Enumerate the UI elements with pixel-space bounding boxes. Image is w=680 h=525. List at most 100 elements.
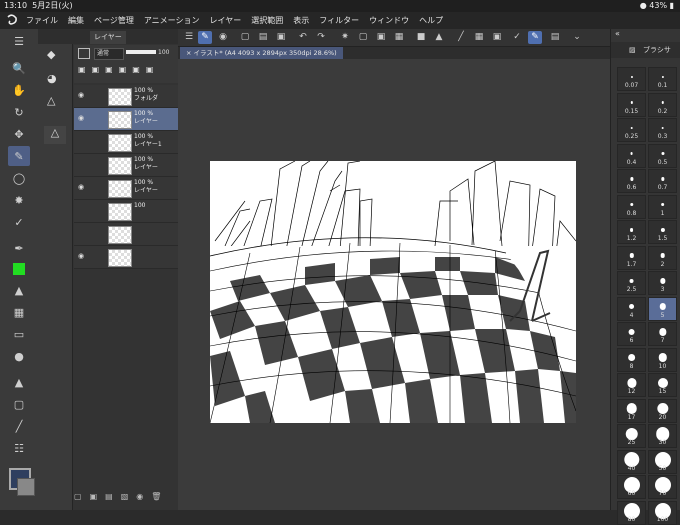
layer-row[interactable]: 100 (74, 200, 178, 223)
brush-size-cell[interactable]: 4 (617, 296, 646, 321)
eyedropper-icon[interactable]: ✓ (8, 212, 30, 232)
brush-size-cell[interactable]: 0.6 (617, 169, 646, 193)
new-icon[interactable]: ▢ (238, 31, 252, 44)
layer-property-icon[interactable]: ◆ (47, 48, 55, 61)
brush-size-cell[interactable]: 12 (617, 373, 646, 397)
layer-row[interactable]: ◉ 100 % フォルダ (74, 85, 178, 108)
grid-snap-icon[interactable]: ▦ (472, 31, 486, 44)
brush-size-cell[interactable]: 7 (648, 322, 677, 346)
menu-item[interactable]: フィルター (319, 12, 359, 29)
special-ruler-icon[interactable]: ▣ (490, 31, 504, 44)
close-icon[interactable]: × (186, 49, 191, 57)
sub-tool-icon[interactable]: △ (47, 94, 55, 107)
brush-size-cell[interactable]: 40 (617, 449, 646, 474)
menu-item[interactable]: アニメーション (144, 12, 200, 29)
ruler-layer-icon[interactable]: ▣ (146, 65, 154, 74)
lock-icon[interactable]: ▣ (105, 65, 113, 74)
layer-row[interactable]: ◉ (74, 246, 178, 269)
pen-mode-icon[interactable]: ✎ (198, 31, 212, 44)
brush-size-cell[interactable]: 0.5 (648, 143, 677, 168)
brush-size-cell[interactable]: 17 (617, 398, 646, 423)
brush-size-cell[interactable]: 2 (648, 245, 677, 270)
menu-item[interactable]: 選択範囲 (251, 12, 283, 29)
brush-size-cell[interactable]: 0.7 (648, 169, 677, 193)
panel-collapse-icon[interactable]: « (615, 29, 625, 41)
sub-color-swatch[interactable] (17, 478, 35, 496)
tab-layer[interactable]: レイヤー (90, 31, 126, 44)
rotate-icon[interactable]: ↻ (8, 102, 30, 122)
mask-add-icon[interactable]: ◉ (136, 492, 143, 506)
open-icon[interactable]: ▤ (256, 31, 270, 44)
navigator-icon[interactable]: ◕ (47, 72, 57, 85)
scale-icon[interactable]: ▦ (392, 31, 406, 44)
camera-icon[interactable]: ◉ (216, 31, 230, 44)
brush-size-cell[interactable]: 0.25 (617, 118, 646, 142)
layer-row[interactable]: ◉ 100 % レイヤー (74, 108, 178, 131)
chevron-down-icon[interactable]: ⌄ (570, 31, 584, 44)
layer-row[interactable]: ◉ 100 % レイヤー (74, 177, 178, 200)
save-icon[interactable]: ▣ (274, 31, 288, 44)
eye-icon[interactable]: ◉ (78, 183, 86, 191)
menu-item[interactable]: ファイル (26, 12, 58, 29)
menu-item[interactable]: ページ管理 (94, 12, 134, 29)
new-folder-icon[interactable]: ▤ (105, 492, 113, 506)
app-logo-icon[interactable] (5, 14, 19, 27)
window-icon[interactable]: ▤ (548, 31, 562, 44)
brush-size-cell[interactable]: 60 (617, 475, 646, 499)
transform-icon[interactable]: ▢ (356, 31, 370, 44)
figure-icon[interactable]: ╱ (8, 416, 30, 436)
brush-size-cell[interactable]: 0.1 (648, 67, 677, 91)
brush-size-cell[interactable]: 1.7 (617, 245, 646, 270)
layer-row[interactable] (74, 223, 178, 246)
menu-item[interactable]: ヘルプ (419, 12, 443, 29)
new-vector-layer-icon[interactable]: ▣ (90, 492, 98, 506)
menu-icon[interactable]: ☰ (182, 31, 196, 44)
redo-icon[interactable]: ↷ (314, 31, 328, 44)
blend-mode-select[interactable]: 通常 (94, 48, 124, 60)
reference-icon[interactable]: ▣ (92, 65, 100, 74)
new-raster-layer-icon[interactable]: ▢ (74, 492, 82, 506)
brush-size-cell[interactable]: 0.3 (648, 118, 677, 142)
brush-size-cell[interactable]: 6 (617, 322, 646, 346)
menu-item[interactable]: 編集 (68, 12, 84, 29)
lock-transparent-icon[interactable]: ▣ (119, 65, 127, 74)
ruler-snap-icon[interactable]: ╱ (454, 31, 468, 44)
brush-size-cell[interactable]: 1 (648, 194, 677, 219)
document-tab[interactable]: × イラスト* (A4 4093 x 2894px 350dpi 28.6%) (180, 47, 343, 59)
brush-size-cell[interactable]: 20 (648, 398, 677, 423)
brush-size-cell[interactable]: 10 (648, 347, 677, 372)
brush-size-cell[interactable]: 30 (648, 424, 677, 448)
opacity-value[interactable]: 100 (158, 48, 176, 58)
brush-size-cell[interactable]: 5 (648, 296, 677, 321)
undo-icon[interactable]: ↶ (296, 31, 310, 44)
brush-size-cell[interactable]: 0.15 (617, 92, 646, 117)
brush-size-icon[interactable]: ✎ (528, 31, 542, 44)
menu-item[interactable]: レイヤー (210, 12, 242, 29)
magic-wand-icon[interactable]: ✸ (8, 190, 30, 210)
mask-icon[interactable]: ▣ (132, 65, 140, 74)
opacity-slider[interactable] (126, 50, 156, 54)
zoom-icon[interactable]: 🔍 (8, 58, 30, 78)
brush-size-cell[interactable]: 1.5 (648, 220, 677, 244)
brush-size-cell[interactable]: 25 (617, 424, 646, 448)
brush-size-cell[interactable]: 3 (648, 271, 677, 295)
layer-row[interactable]: 100 % レイヤー (74, 154, 178, 177)
blend-icon[interactable]: ● (8, 346, 30, 366)
brush-size-cell[interactable]: 80 (617, 500, 646, 525)
move-icon[interactable]: ✥ (8, 124, 30, 144)
brush-size-cell[interactable]: 0.4 (617, 143, 646, 168)
show-selection-icon[interactable]: ■ (414, 31, 428, 44)
brush-size-cell[interactable]: 0.2 (648, 92, 677, 117)
pen-icon[interactable]: ✎ (8, 146, 30, 166)
brush-size-cell[interactable]: 0.8 (617, 194, 646, 219)
green-swatch-icon[interactable] (8, 259, 30, 279)
eye-icon[interactable]: ◉ (78, 91, 86, 99)
brush-icon[interactable]: ✒ (8, 238, 30, 258)
airbrush-icon[interactable]: ▲ (8, 280, 30, 300)
eye-icon[interactable]: ◉ (78, 252, 86, 260)
hand-icon[interactable]: ✋ (8, 80, 30, 100)
clear-icon[interactable]: ✷ (338, 31, 352, 44)
brush-size-cell[interactable]: 15 (648, 373, 677, 397)
brush-size-cell[interactable]: 50 (648, 449, 677, 474)
fill-icon[interactable]: ▲ (8, 372, 30, 392)
